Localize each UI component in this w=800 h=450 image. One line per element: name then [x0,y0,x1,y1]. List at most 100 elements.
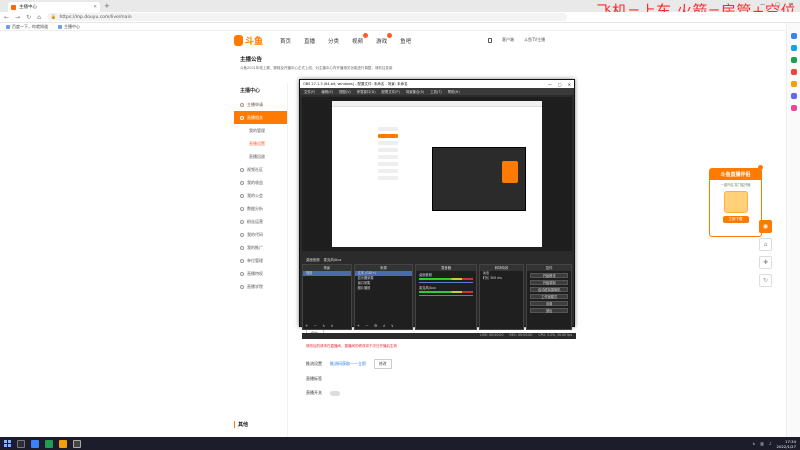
back-icon[interactable]: ← [4,14,9,21]
douyu-logo[interactable]: 斗鱼 [234,34,263,47]
phone-icon[interactable] [488,37,492,43]
sidebar-app-icon[interactable] [791,33,797,39]
side-menu-item[interactable]: 直播学院 [234,280,287,293]
obs-menu-item[interactable]: 编辑(E) [321,89,333,94]
obs-control-button[interactable]: 工作室模式 [530,293,569,299]
sources-toolbar[interactable]: + − ⚙ ∧ ∨ [357,323,396,328]
side-menu-item[interactable]: 直播相关 [234,111,287,124]
side-menu-item[interactable]: 主播申请 [234,98,287,111]
desktop-audio-tab[interactable]: 桌面音频 [306,257,320,262]
stream-code-link[interactable]: 推流码获取——立即 [330,361,366,367]
live-float-icon[interactable]: ◉ [759,220,772,233]
nav-live[interactable]: 直播 [304,37,315,45]
side-menu-item[interactable]: 粉丝运营 [234,215,287,228]
side-submenu-item[interactable]: 我的管理 [234,124,287,137]
volume-icon[interactable]: ♪ [769,441,772,446]
obs-menu-item[interactable]: 工具(T) [430,89,442,94]
new-tab-icon[interactable]: + [104,2,110,10]
nav-game[interactable]: 游戏 [376,33,393,45]
forward-icon[interactable]: → [15,14,20,21]
side-menu-item[interactable]: 我的收益 [234,176,287,189]
bookmark-baidu[interactable]: 百度一下，你就知道 [6,24,48,30]
volume-slider[interactable] [419,295,473,296]
obs-menu-item[interactable]: 文件(F) [304,89,315,94]
promo-close-icon[interactable] [758,165,763,170]
side-menu-item[interactable]: 数据分析 [234,202,287,215]
client-link[interactable]: 客户端 [502,37,514,43]
side-submenu-item[interactable]: 直播设置 [234,137,287,150]
clock[interactable]: 17:34 2022/1/27 [777,439,796,449]
source-item[interactable]: 图片播放 [355,286,413,291]
nav-home[interactable]: 首页 [280,37,291,45]
windows-start-icon[interactable] [4,440,11,447]
obs-menu-item[interactable]: 视图(V) [339,89,351,94]
mixer-row: 麦克风/Aux [416,284,476,297]
side-submenu-item[interactable]: 直播回放 [234,150,287,163]
site-header: 斗鱼 首页 直播 分类 视频 游戏 鱼吧 客户端 斗鱼TV主播 [0,31,786,49]
obs-control-button[interactable]: 退出 [530,307,569,313]
home-float-icon[interactable]: ⌂ [759,238,772,251]
tab-title: 主播中心 [19,5,37,10]
browser-taskbar-icon[interactable] [31,439,39,448]
search-icon[interactable] [17,439,25,448]
obs-control-button[interactable]: 开始录制 [530,279,569,285]
reload-icon[interactable]: ↻ [26,14,31,21]
side-menu-item[interactable]: 视频社区 [234,163,287,176]
sidebar-app-icon[interactable] [791,81,797,87]
obs-window[interactable]: OBS 27.1.3 (64-bit, windows) - 配置文件: 未命名… [299,79,576,339]
sidebar-app-icon[interactable] [791,69,797,75]
stream-row: 推流设置 推流码获取——立即 修改 [306,359,392,369]
app-taskbar-icon[interactable] [45,439,53,448]
tab-close-icon[interactable]: ✕ [93,5,97,10]
tray-chevron-icon[interactable]: ∧ [752,441,755,446]
mixer-row: 桌面音频 [416,271,476,284]
scenes-toolbar[interactable]: + − ∧ ∨ [305,323,335,328]
obs-menu-item[interactable]: 配置文件(P) [382,89,400,94]
obs-close-button[interactable]: ✕ [568,82,571,87]
side-menu-item[interactable]: 我的推广 [234,241,287,254]
menu-item-icon [240,219,244,224]
folder-taskbar-icon[interactable] [59,439,67,448]
sidebar-app-icon[interactable] [791,105,797,111]
nav-video[interactable]: 视频 [352,33,369,45]
refresh-float-icon[interactable]: ↻ [759,274,772,287]
obs-preview[interactable] [302,97,572,251]
promo-download-button[interactable]: 立即下载 [722,216,749,223]
obs-menu-item[interactable]: 帮助(H) [448,89,460,94]
obs-menu-item[interactable]: 停靠窗口(D) [357,89,376,94]
obs-control-button[interactable]: 启动虚拟摄像机 [530,286,569,292]
address-bar[interactable]: 🔒 https://mp.douyu.com/live/main [46,13,567,21]
bookmark-anchor-center[interactable]: 主播中心 [58,24,80,30]
menu-item-icon [240,167,244,172]
nav-fishbar[interactable]: 鱼吧 [400,37,411,45]
modify-button[interactable]: 修改 [374,359,392,369]
scene-item[interactable]: 场景 [303,271,351,276]
obs-menubar: 文件(F) 编辑(E) 视图(V) 停靠窗口(D) 配置文件(P) 场景集合(S) 工具(T… [300,88,574,95]
user-name[interactable]: 斗鱼TV主播 [524,37,545,43]
obs-maximize-button[interactable]: ▢ [558,82,562,87]
obs-taskbar-icon[interactable] [73,439,81,448]
sidebar-app-icon[interactable] [791,57,797,63]
sidebar-app-icon[interactable] [791,45,797,51]
sidebar-app-icon[interactable] [791,93,797,99]
volume-slider[interactable] [419,282,473,283]
transition-duration[interactable]: 时长 300 ms [480,276,524,281]
network-icon[interactable]: ▥ [760,441,764,446]
side-menu-item[interactable]: 我的公会 [234,189,287,202]
sources-dock: 来源 文本 (GDI+) 显示器采集 窗口采集 图片播放 + − ⚙ ∧ ∨ [353,264,414,330]
obs-menu-item[interactable]: 场景集合(S) [406,89,424,94]
obs-control-button[interactable]: 设置 [530,300,569,306]
douyu-logo-icon [234,35,243,46]
home-icon[interactable]: ⌂ [37,14,41,21]
nav-category[interactable]: 分类 [328,37,339,45]
obs-minimize-button[interactable]: — [548,82,552,87]
stream-label: 推流设置 [306,361,322,366]
mic-aux-tab[interactable]: 麦克风/Aux [324,257,342,262]
side-menu-item[interactable]: 我的代码 [234,228,287,241]
browser-tab[interactable]: 主播中心 ✕ [8,2,100,12]
side-menu-item[interactable]: 单位管理 [234,254,287,267]
obs-control-button[interactable]: 开始推流 [530,272,569,278]
live-toggle[interactable] [330,390,340,396]
side-menu-item[interactable]: 直播特权 [234,267,287,280]
gamepad-float-icon[interactable]: ✚ [759,256,772,269]
